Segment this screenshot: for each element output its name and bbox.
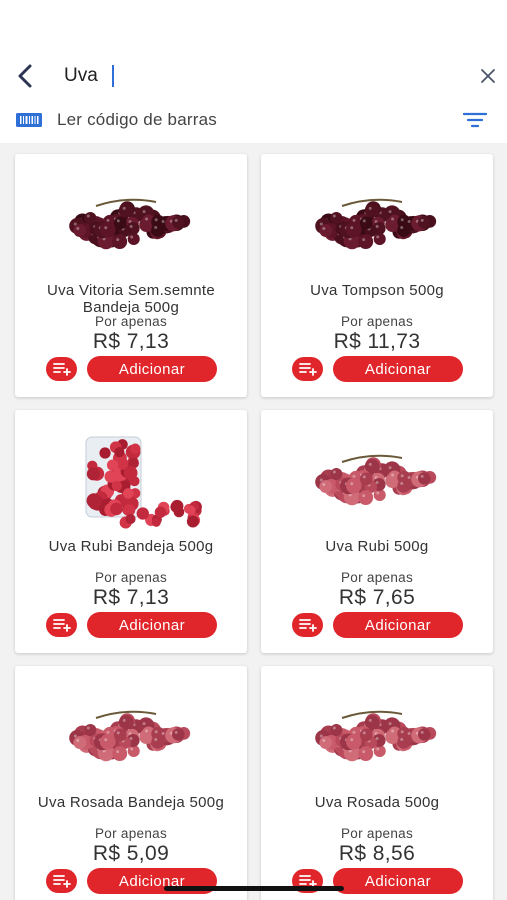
add-to-list-button[interactable] <box>292 357 323 381</box>
price-prefix: Por apenas <box>340 570 414 585</box>
product-image[interactable] <box>302 176 452 276</box>
product-name: Uva Rosada Bandeja 500g <box>37 794 225 811</box>
add-to-list-icon <box>52 875 71 888</box>
add-to-list-icon <box>52 619 71 632</box>
product-name: Uva Vitoria Sem.semnte Bandeja 500g <box>46 282 216 316</box>
add-to-list-button[interactable] <box>46 613 77 637</box>
add-to-list-button[interactable] <box>46 869 77 893</box>
product-card[interactable]: Uva Vitoria Sem.semnte Bandeja 500g Por … <box>15 154 247 397</box>
back-button[interactable] <box>10 60 40 92</box>
price-prefix: Por apenas <box>94 314 168 329</box>
add-to-list-icon <box>52 363 71 376</box>
add-to-list-icon <box>298 619 317 632</box>
product-price: R$ 8,56 <box>338 842 416 865</box>
filter-icon <box>462 112 488 128</box>
product-price: R$ 5,09 <box>92 842 170 865</box>
product-image[interactable] <box>302 432 452 532</box>
text-cursor <box>112 65 114 87</box>
barcode-icon <box>16 113 42 127</box>
price-prefix: Por apenas <box>340 314 414 329</box>
price-prefix: Por apenas <box>94 826 168 841</box>
product-name: Uva Rubi 500g <box>325 538 429 555</box>
product-image[interactable] <box>56 432 206 532</box>
add-to-list-button[interactable] <box>292 613 323 637</box>
add-to-list-icon <box>298 363 317 376</box>
product-card[interactable]: Uva Rubi Bandeja 500g Por apenas R$ 7,13… <box>15 410 247 653</box>
clear-search-button[interactable] <box>478 66 498 86</box>
add-to-cart-button[interactable]: Adicionar <box>333 612 463 638</box>
product-card[interactable]: Uva Tompson 500g Por apenas R$ 11,73 Adi… <box>261 154 493 397</box>
product-image[interactable] <box>56 688 206 788</box>
add-to-cart-button[interactable]: Adicionar <box>333 356 463 382</box>
product-card[interactable]: Uva Rubi 500g Por apenas R$ 7,65 Adicion… <box>261 410 493 653</box>
price-prefix: Por apenas <box>94 570 168 585</box>
product-image[interactable] <box>302 688 452 788</box>
add-to-cart-button[interactable]: Adicionar <box>87 356 217 382</box>
barcode-scan-button[interactable]: Ler código de barras <box>16 106 217 134</box>
barcode-label: Ler código de barras <box>57 110 217 129</box>
product-price: R$ 7,65 <box>338 586 416 609</box>
chevron-left-icon <box>18 64 32 88</box>
home-indicator[interactable] <box>164 886 344 891</box>
sort-filter-button[interactable] <box>462 111 488 129</box>
product-image[interactable] <box>56 176 206 276</box>
add-to-list-button[interactable] <box>46 357 77 381</box>
top-bar: Ler código de barras <box>0 0 507 143</box>
price-prefix: Por apenas <box>340 826 414 841</box>
product-price: R$ 7,13 <box>92 330 170 353</box>
search-field[interactable] <box>64 62 114 90</box>
product-price: R$ 11,73 <box>333 330 421 353</box>
search-input[interactable] <box>64 65 112 87</box>
product-name: Uva Rubi Bandeja 500g <box>48 538 214 555</box>
close-icon <box>481 69 495 83</box>
add-to-cart-button[interactable]: Adicionar <box>333 868 463 894</box>
add-to-cart-button[interactable]: Adicionar <box>87 612 217 638</box>
product-card[interactable]: Uva Rosada 500g Por apenas R$ 8,56 Adici… <box>261 666 493 900</box>
product-price: R$ 7,13 <box>92 586 170 609</box>
product-name: Uva Tompson 500g <box>310 282 444 299</box>
product-card[interactable]: Uva Rosada Bandeja 500g Por apenas R$ 5,… <box>15 666 247 900</box>
product-name: Uva Rosada 500g <box>314 794 440 811</box>
